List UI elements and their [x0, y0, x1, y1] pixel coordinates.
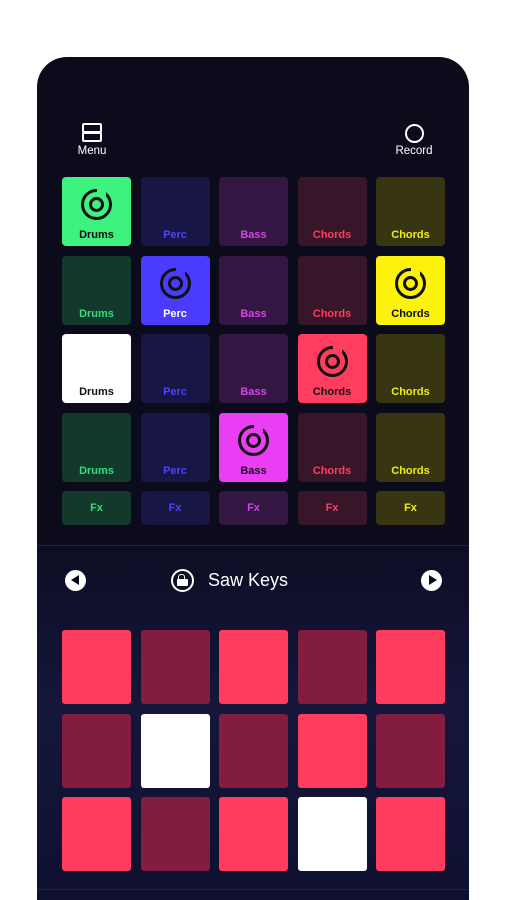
pad-drums-r1c1[interactable]: Drums: [62, 177, 131, 246]
previous-preset-button[interactable]: [65, 570, 86, 591]
pad-perc-r2c2[interactable]: Perc: [140, 255, 210, 325]
pad-bass-r1c3[interactable]: Bass: [219, 177, 288, 246]
pad-label: Chords: [391, 386, 430, 398]
pad-label: Chords: [391, 307, 430, 320]
pad-label: Perc: [163, 386, 187, 398]
preset-selector: Saw Keys: [37, 560, 469, 600]
pad-label: Bass: [240, 386, 267, 398]
record-button[interactable]: Record: [384, 123, 444, 157]
pad-chords-r2c5[interactable]: Chords: [376, 255, 445, 325]
pad-label: Perc: [163, 229, 187, 241]
fx-pad-1[interactable]: Fx: [62, 491, 131, 525]
pad-chords-r1c4[interactable]: Chords: [297, 177, 367, 246]
key-pad-r2c4[interactable]: [297, 714, 367, 788]
pad-drums-r4c1[interactable]: Drums: [62, 412, 131, 482]
preset-name: Saw Keys: [208, 570, 289, 590]
record-icon: [404, 124, 424, 143]
pad-label: Bass: [240, 229, 267, 241]
key-pad-r1c4[interactable]: [297, 630, 367, 704]
menu-icon: [82, 123, 102, 143]
next-preset-button[interactable]: [421, 570, 442, 591]
pad-chords-r3c4[interactable]: Chords: [297, 334, 367, 403]
pad-label: Chords: [312, 386, 352, 398]
fx-pad-5[interactable]: Fx: [376, 491, 445, 525]
arrow-right-icon: [429, 575, 437, 585]
key-pad-r3c3[interactable]: [219, 797, 288, 871]
fx-pad-label: Fx: [90, 502, 103, 514]
pad-label: Drums: [79, 386, 114, 398]
pad-chords-r4c5[interactable]: Chords: [376, 412, 445, 482]
pad-chords-r4c4[interactable]: Chords: [297, 412, 367, 482]
fx-pad-3[interactable]: Fx: [219, 491, 288, 525]
pad-drums-r3c1[interactable]: Drums: [62, 334, 131, 403]
key-pad-r2c3[interactable]: [219, 714, 288, 788]
app-screen: Menu Record Drums Perc Bass Chords Chords Dru…: [37, 57, 469, 900]
pad-label: Chords: [312, 229, 352, 241]
menu-button[interactable]: Menu: [62, 123, 122, 157]
pad-chords-r1c5[interactable]: Chords: [376, 177, 445, 246]
pad-label: Chords: [391, 229, 430, 241]
pad-drums-r2c1[interactable]: Drums: [62, 255, 131, 325]
pad-label: Drums: [79, 307, 114, 320]
arrow-left-icon: [71, 575, 79, 585]
key-pad-r2c1[interactable]: [62, 714, 131, 788]
pad-label: Drums: [79, 464, 114, 477]
bottom-divider: [37, 889, 469, 890]
pad-bass-r2c3[interactable]: Bass: [219, 255, 288, 325]
pad-bass-r4c3[interactable]: Bass: [219, 412, 288, 482]
section-divider: [37, 545, 469, 546]
pad-label: Chords: [312, 307, 352, 320]
key-pad-r1c5[interactable]: [376, 630, 445, 704]
pad-chords-r2c4[interactable]: Chords: [297, 255, 367, 325]
pad-chords-r3c5[interactable]: Chords: [376, 334, 445, 403]
fx-pad-label: Fx: [168, 502, 182, 514]
lock-icon[interactable]: [171, 569, 194, 592]
pad-label: Chords: [312, 464, 352, 477]
pad-label: Drums: [79, 229, 114, 241]
menu-label: Menu: [77, 145, 107, 157]
key-pad-r1c3[interactable]: [219, 630, 288, 704]
pad-perc-r3c2[interactable]: Perc: [140, 334, 210, 403]
pad-perc-r1c2[interactable]: Perc: [140, 177, 210, 246]
key-pad-r2c5[interactable]: [376, 714, 445, 788]
record-label: Record: [395, 145, 433, 157]
fx-pad-label: Fx: [325, 502, 339, 514]
fx-pad-label: Fx: [247, 502, 260, 514]
pad-bass-r3c3[interactable]: Bass: [219, 334, 288, 403]
pad-label: Bass: [240, 307, 267, 320]
pad-perc-r4c2[interactable]: Perc: [140, 412, 210, 482]
key-pad-r3c2[interactable]: [140, 797, 210, 871]
key-pad-r1c2[interactable]: [140, 630, 210, 704]
pad-label: Bass: [240, 464, 267, 477]
key-pad-r2c2[interactable]: [140, 714, 210, 788]
fx-pad-label: Fx: [404, 502, 417, 514]
fx-pad-4[interactable]: Fx: [297, 491, 367, 525]
key-pad-r3c1[interactable]: [62, 797, 131, 871]
key-pad-r1c1[interactable]: [62, 630, 131, 704]
pad-label: Chords: [391, 464, 430, 477]
pad-label: Perc: [163, 464, 187, 477]
key-pad-r3c5[interactable]: [376, 797, 445, 871]
pad-label: Perc: [163, 307, 187, 320]
fx-pad-2[interactable]: Fx: [140, 491, 210, 525]
key-pad-r3c4[interactable]: [297, 797, 367, 871]
